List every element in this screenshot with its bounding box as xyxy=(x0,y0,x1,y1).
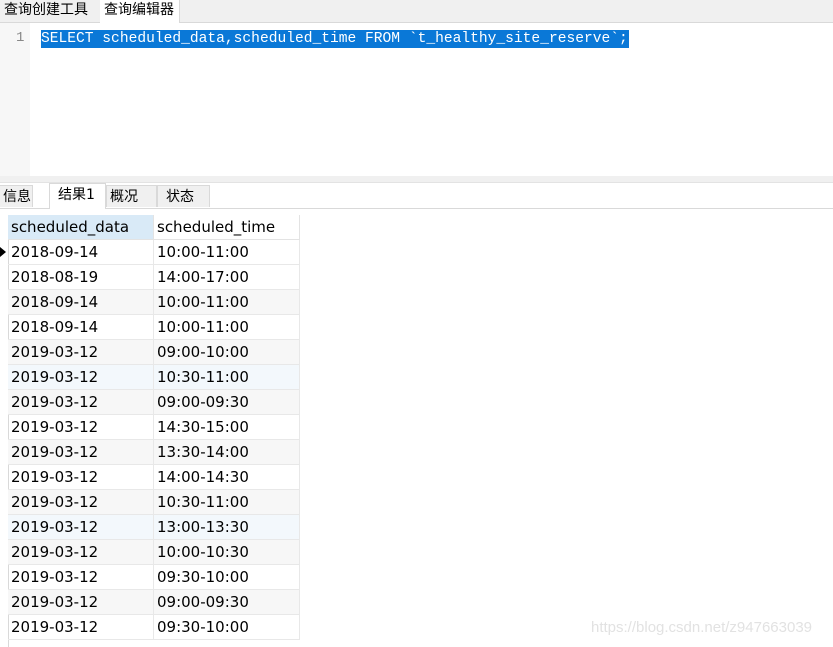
cell-scheduled-data[interactable]: 2018-09-14 xyxy=(8,240,154,265)
cell-scheduled-time[interactable]: 09:00-09:30 xyxy=(154,390,300,415)
line-gutter: 1 xyxy=(0,23,30,176)
column-header-scheduled-data[interactable]: scheduled_data xyxy=(8,215,154,240)
cell-scheduled-time[interactable]: 09:30-10:00 xyxy=(154,615,300,640)
cell-scheduled-data[interactable]: 2019-03-12 xyxy=(8,590,154,615)
line-number: 1 xyxy=(16,30,25,46)
cell-scheduled-data[interactable]: 2019-03-12 xyxy=(8,390,154,415)
cell-scheduled-time[interactable]: 13:00-13:30 xyxy=(154,515,300,540)
query-tabs-bar: 查询创建工具 查询编辑器 xyxy=(0,0,833,23)
sql-editor[interactable]: 1 SELECT scheduled_data,scheduled_time F… xyxy=(0,23,833,176)
cell-scheduled-time[interactable]: 09:30-10:00 xyxy=(154,565,300,590)
sql-text-selected[interactable]: SELECT scheduled_data,scheduled_time FRO… xyxy=(41,30,629,48)
table-row[interactable]: 2019-03-12 09:30-10:00 xyxy=(8,615,300,640)
tab-query-editor[interactable]: 查询编辑器 xyxy=(100,0,180,23)
table-row[interactable]: 2019-03-12 14:30-15:00 xyxy=(8,415,300,440)
cell-scheduled-data[interactable]: 2019-03-12 xyxy=(8,515,154,540)
table-row[interactable]: 2018-09-14 10:00-11:00 xyxy=(8,290,300,315)
table-row[interactable]: 2019-03-12 09:00-09:30 xyxy=(8,590,300,615)
cell-scheduled-time[interactable]: 10:30-11:00 xyxy=(154,490,300,515)
cell-scheduled-data[interactable]: 2018-09-14 xyxy=(8,315,154,340)
cell-scheduled-time[interactable]: 10:00-10:30 xyxy=(154,540,300,565)
cell-scheduled-time[interactable]: 10:30-11:00 xyxy=(154,365,300,390)
table-row[interactable]: 2019-03-12 09:30-10:00 xyxy=(8,565,300,590)
table-row[interactable]: 2019-03-12 13:00-13:30 xyxy=(8,515,300,540)
table-row[interactable]: 2019-03-12 13:30-14:00 xyxy=(8,440,300,465)
table-row[interactable]: 2019-03-12 10:30-11:00 xyxy=(8,365,300,390)
tab-result1[interactable]: 结果1 xyxy=(49,183,106,209)
cell-scheduled-time[interactable]: 14:00-14:30 xyxy=(154,465,300,490)
result-tabs-bar: 信息 结果1 概况 状态 xyxy=(0,183,833,209)
cell-scheduled-data[interactable]: 2019-03-12 xyxy=(8,565,154,590)
table-row[interactable]: 2019-03-12 10:30-11:00 xyxy=(8,490,300,515)
cell-scheduled-data[interactable]: 2019-03-12 xyxy=(8,490,154,515)
cell-scheduled-time[interactable]: 09:00-10:00 xyxy=(154,340,300,365)
cell-scheduled-time[interactable]: 13:30-14:00 xyxy=(154,440,300,465)
table-row[interactable]: 2018-09-14 10:00-11:00 xyxy=(8,315,300,340)
column-header-scheduled-time[interactable]: scheduled_time xyxy=(154,215,300,240)
tab-status[interactable]: 状态 xyxy=(157,185,210,207)
cell-scheduled-data[interactable]: 2018-08-19 xyxy=(8,265,154,290)
table-row[interactable]: 2019-03-12 09:00-10:00 xyxy=(8,340,300,365)
table-row[interactable]: 2018-09-14 10:00-11:00 xyxy=(8,240,300,265)
cell-scheduled-data[interactable]: 2019-03-12 xyxy=(8,440,154,465)
cell-scheduled-time[interactable]: 10:00-11:00 xyxy=(154,290,300,315)
cell-scheduled-data[interactable]: 2019-03-12 xyxy=(8,465,154,490)
tab-query-builder[interactable]: 查询创建工具 xyxy=(2,0,90,22)
current-row-arrow-icon xyxy=(0,247,6,257)
cell-scheduled-data[interactable]: 2019-03-12 xyxy=(8,340,154,365)
cell-scheduled-data[interactable]: 2019-03-12 xyxy=(8,415,154,440)
cell-scheduled-time[interactable]: 10:00-11:00 xyxy=(154,240,300,265)
cell-scheduled-data[interactable]: 2019-03-12 xyxy=(8,365,154,390)
cell-scheduled-time[interactable]: 14:00-17:00 xyxy=(154,265,300,290)
table-row[interactable]: 2019-03-12 10:00-10:30 xyxy=(8,540,300,565)
cell-scheduled-data[interactable]: 2019-03-12 xyxy=(8,615,154,640)
tab-profile[interactable]: 概况 xyxy=(106,185,157,207)
watermark: https://blog.csdn.net/z947663039 xyxy=(591,619,813,636)
table-row[interactable]: 2019-03-12 09:00-09:30 xyxy=(8,390,300,415)
table-row[interactable]: 2018-08-19 14:00-17:00 xyxy=(8,265,300,290)
cell-scheduled-data[interactable]: 2018-09-14 xyxy=(8,290,154,315)
cell-scheduled-time[interactable]: 10:00-11:00 xyxy=(154,315,300,340)
table-row[interactable]: 2019-03-12 14:00-14:30 xyxy=(8,465,300,490)
tab-info[interactable]: 信息 xyxy=(0,185,33,207)
cell-scheduled-data[interactable]: 2019-03-12 xyxy=(8,540,154,565)
pane-splitter[interactable] xyxy=(0,176,833,183)
cell-scheduled-time[interactable]: 14:30-15:00 xyxy=(154,415,300,440)
cell-scheduled-time[interactable]: 09:00-09:30 xyxy=(154,590,300,615)
